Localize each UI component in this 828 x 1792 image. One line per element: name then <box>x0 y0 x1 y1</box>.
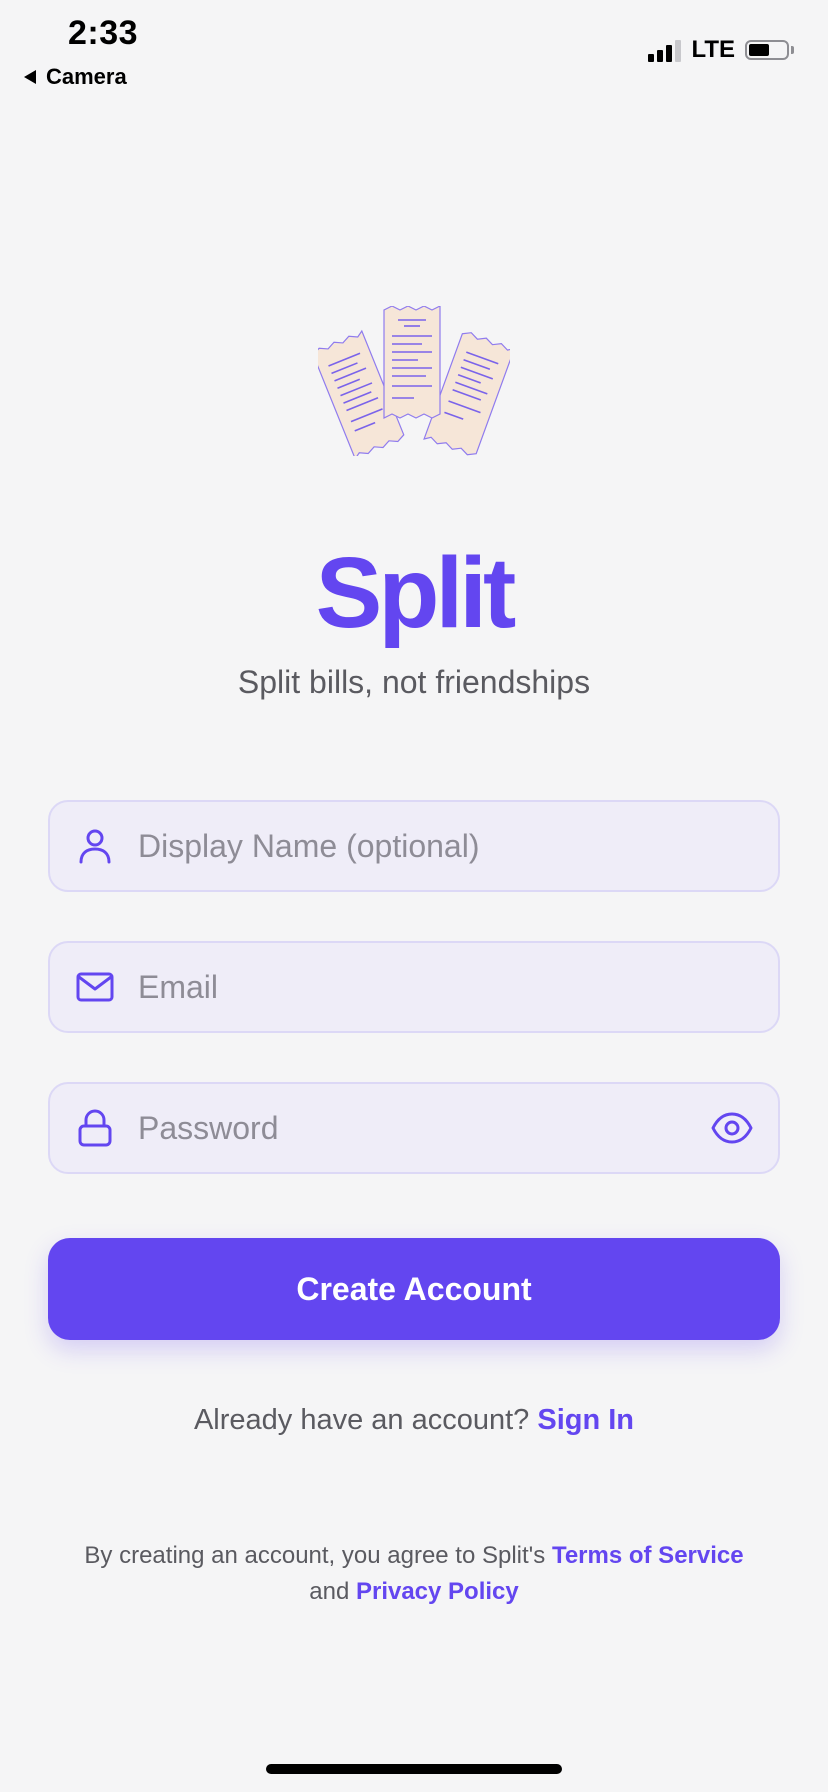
password-field[interactable] <box>48 1082 780 1174</box>
eye-icon[interactable] <box>710 1106 754 1150</box>
battery-level <box>749 44 769 56</box>
app-tagline: Split bills, not friendships <box>237 664 591 700</box>
lock-icon <box>78 1109 112 1147</box>
back-to-app-button[interactable]: Camera <box>24 64 127 90</box>
password-input[interactable] <box>138 1109 710 1147</box>
back-app-label: Camera <box>46 64 127 89</box>
battery-cap <box>791 46 794 54</box>
display-name-input[interactable] <box>138 827 778 865</box>
app-title: Split <box>315 537 517 649</box>
battery-icon <box>745 40 789 60</box>
display-name-field[interactable] <box>48 800 780 892</box>
signin-prompt: Already have an account? <box>193 1404 530 1436</box>
back-triangle-icon <box>24 70 36 84</box>
create-account-button[interactable]: Create Account <box>48 1238 780 1340</box>
mail-icon <box>76 972 114 1002</box>
status-bar: 2:33 Camera LTE <box>0 0 828 100</box>
privacy-policy-link[interactable]: Privacy Policy <box>356 1578 519 1605</box>
cellular-signal-icon <box>648 38 682 62</box>
receipts-illustration <box>318 306 510 456</box>
sign-in-link[interactable]: Sign In <box>537 1404 634 1436</box>
home-indicator[interactable] <box>266 1764 562 1774</box>
terms-of-service-link[interactable]: Terms of Service <box>552 1542 744 1569</box>
signin-row: Already have an account? Sign In <box>0 1404 828 1437</box>
status-time: 2:33 <box>68 14 139 52</box>
email-input[interactable] <box>138 968 778 1006</box>
email-field[interactable] <box>48 941 780 1033</box>
status-indicators: LTE <box>648 36 794 64</box>
user-icon <box>79 829 111 864</box>
legal-prefix: By creating an account, you agree to Spl… <box>84 1542 546 1569</box>
legal-notice: By creating an account, you agree to Spl… <box>40 1538 788 1610</box>
legal-conjunction: and <box>309 1578 350 1605</box>
network-type: LTE <box>691 36 735 63</box>
